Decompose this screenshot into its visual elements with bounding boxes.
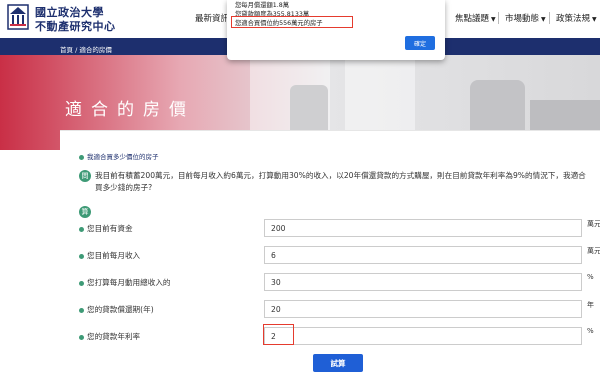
field-label-interest-rate: 您的貸款年利率	[79, 331, 140, 342]
field-label-capital: 您目前有資金	[79, 223, 133, 234]
breadcrumb-home-link[interactable]: 首頁	[60, 46, 73, 54]
field-label-text: 您的貸款償還期(年)	[87, 305, 154, 314]
field-label-text: 您目前有資金	[87, 224, 133, 233]
nav-item-latest-news[interactable]: 最新資訊	[195, 12, 229, 24]
income-ratio-unit: %	[587, 273, 594, 281]
banner-decoration	[290, 85, 328, 135]
chevron-down-icon: ▼	[491, 16, 496, 23]
alert-monthly-payment: 您每月償還額1.8萬	[235, 2, 290, 9]
nav-item-label: 焦點議題	[455, 14, 490, 24]
banner-decoration	[470, 80, 525, 135]
monthly-income-unit: 萬元	[587, 247, 600, 255]
logo-title-line2[interactable]: 不動產研究中心	[35, 18, 116, 34]
nav-item-label: 市場動態	[505, 14, 540, 24]
field-label-monthly-income: 您目前每月收入	[79, 250, 140, 261]
income-ratio-input[interactable]	[264, 273, 582, 291]
nav-item-label: 最新資訊	[195, 14, 230, 24]
field-label-text: 您打算每月動用總收入的	[87, 278, 171, 287]
chevron-down-icon: ▼	[541, 16, 546, 23]
section-title-text: 我適合買多少價位的房子	[87, 153, 159, 161]
nav-item-label: 政策法規	[556, 14, 591, 24]
nav-item-policy-laws[interactable]: 政策法規 ▼	[556, 12, 597, 24]
capital-input[interactable]	[264, 219, 582, 237]
field-label-loan-term: 您的貸款償還期(年)	[79, 304, 154, 315]
interest-rate-input[interactable]	[264, 327, 582, 345]
answer-badge: 算	[79, 206, 91, 218]
field-label-text: 您目前每月收入	[87, 251, 141, 260]
bullet-dot-icon	[79, 280, 84, 286]
breadcrumb-separator: /	[75, 46, 78, 54]
calculate-button[interactable]: 試算	[313, 354, 363, 372]
page-title: 適合的房價	[65, 100, 195, 120]
nav-divider	[549, 12, 550, 24]
capital-unit: 萬元	[587, 220, 600, 228]
breadcrumb-trail: 首頁 / 適合的房價	[60, 44, 112, 54]
breadcrumb-current: 適合的房價	[79, 46, 112, 54]
question-text: 我目前有積蓄200萬元，目前每月收入約6萬元，打算動用30%的收入，以20年償還…	[95, 171, 586, 192]
ok-button[interactable]: 確定	[405, 36, 435, 50]
nav-divider	[498, 12, 499, 24]
highlight-box	[263, 324, 294, 345]
nav-item-focus-topics[interactable]: 焦點議題 ▼	[455, 12, 496, 24]
bullet-dot-icon	[79, 226, 84, 232]
bullet-dot-icon	[79, 307, 84, 313]
field-label-income-ratio: 您打算每月動用總收入的	[79, 277, 171, 288]
nav-item-market-trends[interactable]: 市場動態 ▼	[505, 12, 546, 24]
field-label-text: 您的貸款年利率	[87, 332, 141, 341]
university-logo-icon[interactable]	[7, 4, 29, 30]
chevron-down-icon: ▼	[592, 16, 597, 23]
question-badge: 問	[79, 170, 91, 182]
alert-dialog: 您每月償還額1.8萬 您貸款額度為355.8133萬 您適合買價位約556萬元的…	[227, 0, 445, 60]
highlight-box	[231, 16, 353, 28]
interest-rate-unit: %	[587, 327, 594, 335]
loan-term-input[interactable]	[264, 300, 582, 318]
bullet-dot-icon	[79, 154, 84, 160]
section-title: 我適合買多少價位的房子	[79, 151, 159, 161]
monthly-income-input[interactable]	[264, 246, 582, 264]
bullet-dot-icon	[79, 253, 84, 259]
loan-term-unit: 年	[587, 301, 594, 309]
bullet-dot-icon	[79, 334, 84, 340]
